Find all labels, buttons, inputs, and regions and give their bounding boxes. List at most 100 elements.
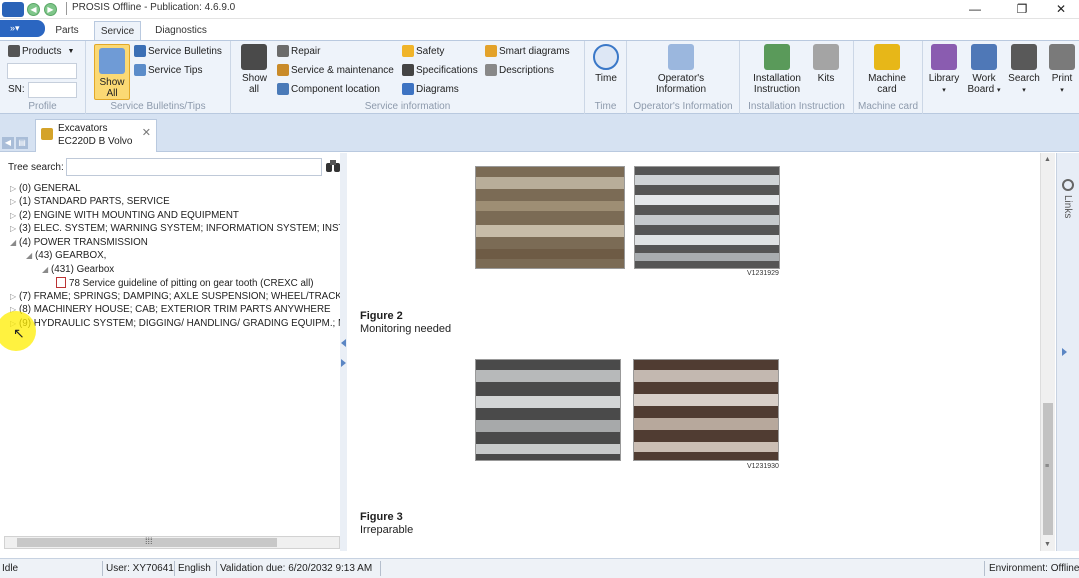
status-validation: Validation due: 6/20/2032 9:13 AM bbox=[220, 563, 373, 574]
profile-group: Products ▼ SN: Profile bbox=[0, 41, 86, 114]
installation-instruction-button[interactable]: Installation Instruction bbox=[748, 44, 806, 95]
minimize-button[interactable]: — bbox=[960, 1, 990, 17]
show-all-service-button[interactable]: Show all bbox=[237, 44, 271, 95]
work-board-button[interactable]: Work Board ▾ bbox=[966, 44, 1002, 96]
sn-field[interactable] bbox=[28, 82, 77, 98]
tree-node[interactable]: ▷ (0) GENERAL bbox=[10, 183, 81, 195]
back-icon[interactable]: ◀ bbox=[27, 3, 40, 16]
kits-button[interactable]: Kits bbox=[812, 44, 840, 84]
bulletin-icon bbox=[134, 45, 146, 57]
specifications-label: Specifications bbox=[416, 64, 478, 76]
tree-node[interactable]: ▷ (3) ELEC. SYSTEM; WARNING SYSTEM; INFOR… bbox=[10, 223, 340, 235]
expand-icon[interactable]: ▷ bbox=[10, 291, 19, 303]
component-location-label: Component location bbox=[291, 83, 380, 95]
tips-icon bbox=[134, 64, 146, 76]
tree-node[interactable]: ▷ (8) MACHINERY HOUSE; CAB; EXTERIOR TRIM… bbox=[10, 304, 331, 316]
window-title: PROSIS Offline - Publication: 4.6.9.0 bbox=[72, 2, 236, 13]
tree-pane: Tree search: ▷ (0) GENERAL ▷ (1) STANDARD … bbox=[0, 153, 346, 551]
chevron-down-icon: ▾ bbox=[996, 87, 1001, 94]
show-all-service-label: Show all bbox=[242, 73, 268, 95]
expand-icon[interactable]: ▷ bbox=[10, 210, 19, 222]
show-all-bulletins-label: Show All bbox=[99, 77, 125, 99]
tree-search-label: Tree search: bbox=[8, 162, 64, 173]
expand-icon[interactable]: ▷ bbox=[10, 183, 19, 195]
diagram-icon bbox=[402, 83, 414, 95]
scrollbar-grip-icon: ≡ bbox=[1045, 463, 1050, 470]
service-bulletins-button[interactable]: Service Bulletins bbox=[134, 45, 222, 57]
tree-node[interactable]: ▷ (1) STANDARD PARTS, SERVICE bbox=[10, 196, 170, 208]
tree-search-input[interactable] bbox=[66, 158, 322, 176]
chevron-down-icon: ▼ bbox=[67, 47, 75, 55]
tab-diagnostics[interactable]: Diagnostics bbox=[148, 21, 214, 40]
tab-parts[interactable]: Parts bbox=[50, 21, 84, 40]
content-vertical-scrollbar[interactable]: ▲ ≡ ▼ bbox=[1040, 153, 1055, 551]
file-menu-button[interactable]: »▾ bbox=[0, 20, 45, 37]
tree-node[interactable]: ▷(9) HYDRAULIC SYSTEM; DIGGING/ HANDLING… bbox=[10, 318, 340, 330]
time-button[interactable]: Time bbox=[591, 44, 621, 84]
products-dropdown[interactable]: Products ▼ bbox=[8, 45, 74, 57]
scroll-down-icon[interactable]: ▼ bbox=[1044, 541, 1051, 548]
descriptions-icon bbox=[485, 64, 497, 76]
print-button[interactable]: Print ▾ bbox=[1046, 44, 1078, 96]
group-label-operators: Operator's Information bbox=[633, 101, 733, 112]
close-tab-icon[interactable]: ✕ bbox=[142, 126, 151, 139]
scroll-up-icon[interactable]: ▲ bbox=[1044, 156, 1051, 163]
status-bar: Idle User: XY70641 English Validation du… bbox=[0, 558, 1079, 578]
safety-button[interactable]: Safety bbox=[402, 45, 444, 57]
document-tab-excavator[interactable]: Excavators EC220D B Volvo ✕ bbox=[35, 119, 157, 152]
installation-label-line1: Installation bbox=[753, 73, 801, 84]
search-label: Search bbox=[1008, 73, 1040, 84]
title-bar: ◀ ▶ PROSIS Offline - Publication: 4.6.9.… bbox=[0, 0, 1079, 19]
close-button[interactable]: ✕ bbox=[1046, 1, 1076, 17]
library-button[interactable]: Library ▾ bbox=[926, 44, 962, 96]
collapse-icon[interactable]: ◢ bbox=[10, 237, 19, 249]
descriptions-button[interactable]: Descriptions bbox=[485, 64, 554, 76]
kits-icon bbox=[813, 44, 839, 70]
expand-right-icon[interactable] bbox=[341, 359, 346, 367]
repair-button[interactable]: Repair bbox=[277, 45, 320, 57]
collapse-icon[interactable]: ◢ bbox=[42, 264, 51, 276]
diagrams-button[interactable]: Diagrams bbox=[402, 83, 459, 95]
maximize-button[interactable]: ❐ bbox=[1007, 1, 1037, 17]
links-panel[interactable]: Links bbox=[1056, 153, 1079, 551]
operators-group: Operator's Information Operator's Inform… bbox=[627, 41, 740, 114]
app-menu-orb[interactable] bbox=[2, 2, 24, 17]
tree-node-label: (0) GENERAL bbox=[19, 183, 81, 194]
show-all-bulletins-button[interactable]: Show All bbox=[94, 44, 130, 100]
smart-diagrams-button[interactable]: Smart diagrams bbox=[485, 45, 570, 57]
expand-panel-icon[interactable] bbox=[1062, 348, 1067, 356]
maintenance-icon bbox=[277, 64, 289, 76]
warning-icon bbox=[402, 45, 414, 57]
search-button[interactable]: Search ▾ bbox=[1006, 44, 1042, 96]
binoculars-icon[interactable] bbox=[326, 160, 340, 172]
tree-node[interactable]: ▷ (2) ENGINE WITH MOUNTING AND EQUIPMENT bbox=[10, 210, 239, 222]
collapse-left-icon[interactable] bbox=[341, 339, 346, 347]
tree-node-selected[interactable]: 78 Service guideline of pitting on gear … bbox=[56, 277, 314, 290]
library-label: Library bbox=[928, 73, 960, 84]
forward-icon[interactable]: ▶ bbox=[44, 3, 57, 16]
tree-node[interactable]: ▷ (7) FRAME; SPRINGS; DAMPING; AXLE SUSPE… bbox=[10, 291, 340, 303]
machine-card-button[interactable]: Machine card bbox=[860, 44, 914, 95]
tree-node[interactable]: ◢ (4) POWER TRANSMISSION bbox=[10, 237, 148, 249]
specifications-button[interactable]: Specifications bbox=[402, 64, 478, 76]
component-location-button[interactable]: Component location bbox=[277, 83, 380, 95]
ribbon-tab-row: »▾ Parts Service Diagnostics bbox=[0, 19, 1079, 40]
strip-list-icon[interactable]: ▤ bbox=[16, 137, 28, 149]
service-tips-button[interactable]: Service Tips bbox=[134, 64, 202, 76]
pane-splitter[interactable] bbox=[340, 153, 347, 551]
collapse-icon[interactable]: ◢ bbox=[26, 250, 35, 262]
tab-service[interactable]: Service bbox=[94, 21, 141, 40]
service-show-all-icon bbox=[241, 44, 267, 70]
product-field[interactable] bbox=[7, 63, 77, 79]
work-board-label-line2: Board bbox=[967, 84, 995, 95]
expand-icon[interactable]: ▷ bbox=[10, 196, 19, 208]
service-maintenance-button[interactable]: Service & maintenance bbox=[277, 64, 394, 76]
operators-information-button[interactable]: Operator's Information bbox=[635, 44, 727, 95]
service-info-group: Show all Repair Service & maintenance Co… bbox=[231, 41, 585, 114]
tree-node[interactable]: ◢ (43) GEARBOX, bbox=[26, 250, 106, 262]
expand-icon[interactable]: ▷ bbox=[10, 223, 19, 235]
bulletins-show-all-icon bbox=[99, 48, 125, 74]
strip-left-arrow-icon[interactable]: ◀ bbox=[2, 137, 14, 149]
tree-node[interactable]: ◢ (431) Gearbox bbox=[42, 264, 114, 276]
tree-horizontal-scrollbar[interactable]: ⁞⁞⁞ bbox=[4, 536, 340, 549]
